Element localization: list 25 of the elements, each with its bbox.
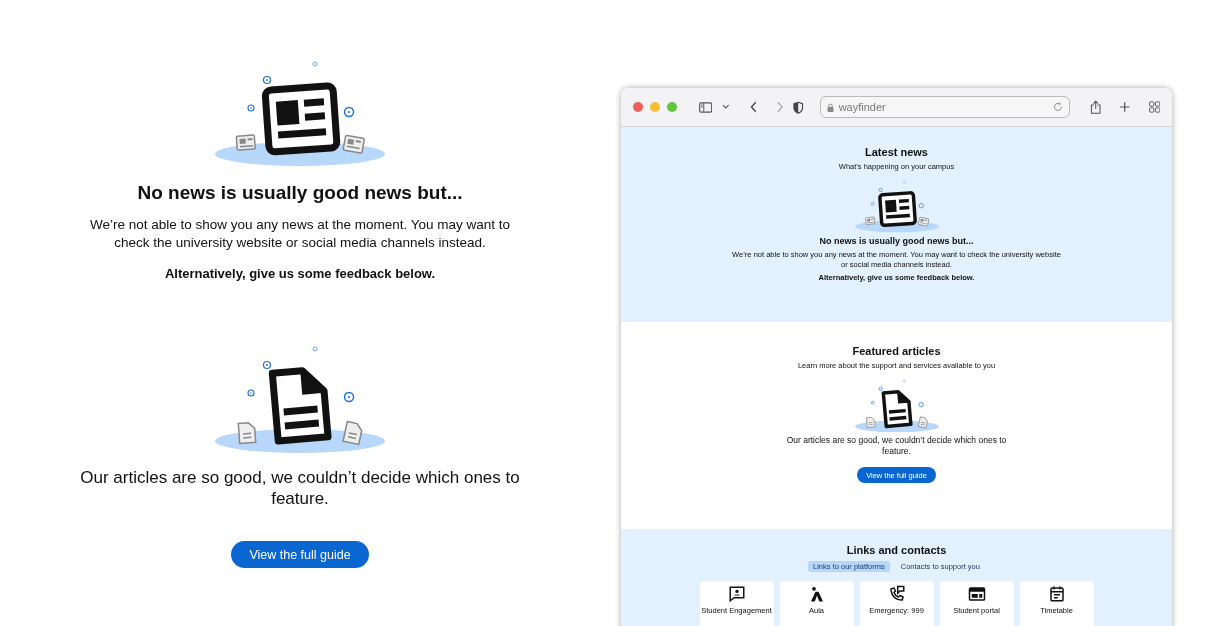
empty-news-message: We’re not able to show you any news at the moment. You may want to check the university website or social media channels instead. bbox=[89, 216, 511, 252]
section-title: Featured articles bbox=[852, 345, 941, 357]
empty-news-heading: No news is usually good news but... bbox=[137, 182, 463, 204]
feedback-prompt: Alternatively, give us some feedback below. bbox=[164, 266, 436, 281]
empty-news-heading: No news is usually good news but... bbox=[819, 236, 974, 247]
browser-window-icon bbox=[967, 585, 986, 603]
plus-icon[interactable] bbox=[1119, 101, 1131, 113]
empty-articles-message: Our articles are so good, we couldn’t decide which ones to feature. bbox=[785, 435, 1008, 457]
address-bar[interactable]: wayfinder bbox=[819, 96, 1070, 118]
chat-person-icon bbox=[727, 585, 746, 603]
reload-icon[interactable] bbox=[1052, 102, 1063, 112]
empty-articles-message: Our articles are so good, we couldn’t decide which ones to feature. bbox=[80, 467, 520, 509]
back-icon[interactable] bbox=[749, 101, 758, 113]
chevron-down-icon[interactable] bbox=[722, 104, 730, 110]
sidebar-icon[interactable] bbox=[699, 101, 713, 113]
view-guide-button[interactable]: View the full guide bbox=[231, 541, 369, 568]
tab-grid-icon[interactable] bbox=[1148, 101, 1160, 113]
section-title: Latest news bbox=[865, 146, 928, 158]
calendar-icon bbox=[1047, 585, 1066, 603]
phone-icon bbox=[887, 585, 906, 603]
shield-icon[interactable] bbox=[793, 100, 804, 114]
section-title: Links and contacts bbox=[846, 544, 947, 556]
share-icon[interactable] bbox=[1089, 100, 1102, 114]
lock-icon bbox=[826, 102, 834, 112]
close-button[interactable] bbox=[633, 102, 643, 112]
